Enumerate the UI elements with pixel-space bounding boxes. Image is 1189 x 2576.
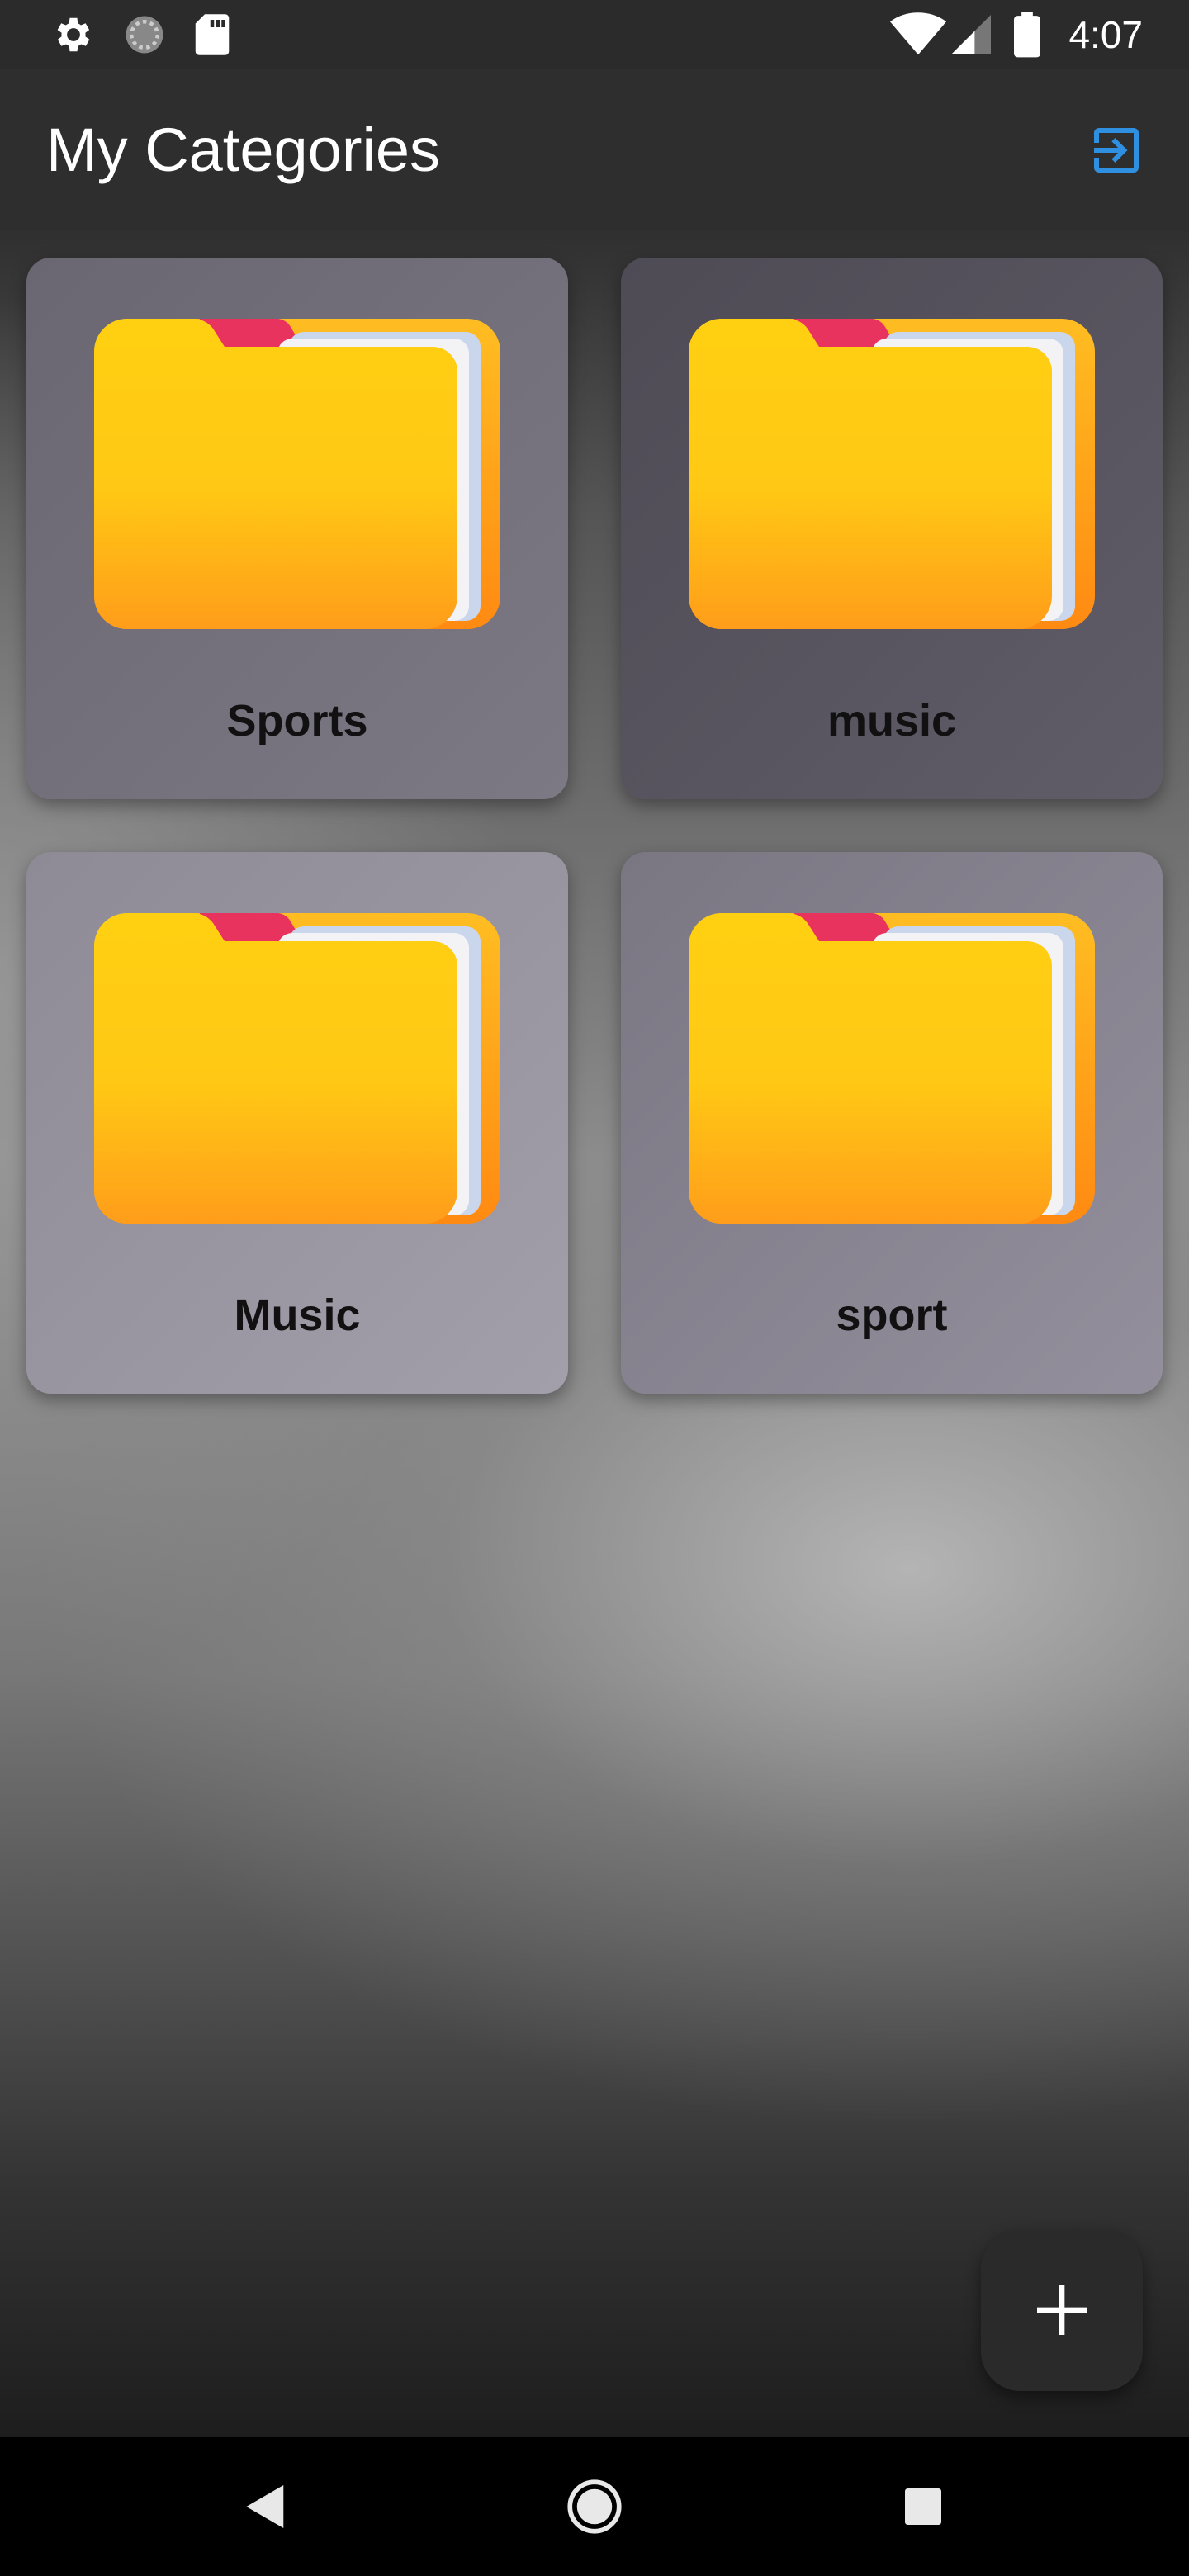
wifi-icon: [890, 0, 946, 69]
cell-signal-icon: [951, 0, 991, 69]
folder-icon: [689, 319, 1095, 629]
category-card-sport[interactable]: sport: [621, 852, 1163, 1394]
category-label: Music: [234, 1290, 361, 1340]
gear-icon: [51, 0, 96, 69]
page-title: My Categories: [46, 116, 441, 184]
category-card-music-2[interactable]: Music: [26, 852, 568, 1394]
recents-icon: [905, 2488, 941, 2525]
home-icon: [567, 2479, 622, 2534]
home-button[interactable]: [528, 2437, 661, 2576]
back-button[interactable]: [200, 2437, 332, 2576]
category-card-sports[interactable]: Sports: [26, 258, 568, 799]
logout-icon: [1094, 128, 1139, 173]
back-icon: [246, 2485, 284, 2528]
battery-icon: [1014, 0, 1040, 69]
category-card-music[interactable]: music: [621, 258, 1163, 799]
status-time: 4:07: [1068, 13, 1143, 56]
folder-icon: [94, 319, 500, 629]
navigation-bar: [0, 2437, 1189, 2576]
sync-icon: [122, 0, 167, 69]
status-bar: 4:07: [0, 0, 1189, 69]
sd-card-icon: [193, 0, 231, 69]
add-category-button[interactable]: [981, 2229, 1143, 2391]
folder-icon: [94, 913, 500, 1224]
screen: 4:07 My Categories Sports music Music sp…: [0, 0, 1189, 2576]
logout-button[interactable]: [1083, 117, 1149, 183]
folder-icon: [689, 913, 1095, 1224]
category-label: sport: [836, 1290, 948, 1340]
app-bar: My Categories: [0, 69, 1189, 231]
plus-icon: [1037, 2285, 1087, 2335]
category-label: music: [827, 696, 957, 746]
category-label: Sports: [226, 696, 368, 746]
recents-button[interactable]: [857, 2437, 989, 2576]
